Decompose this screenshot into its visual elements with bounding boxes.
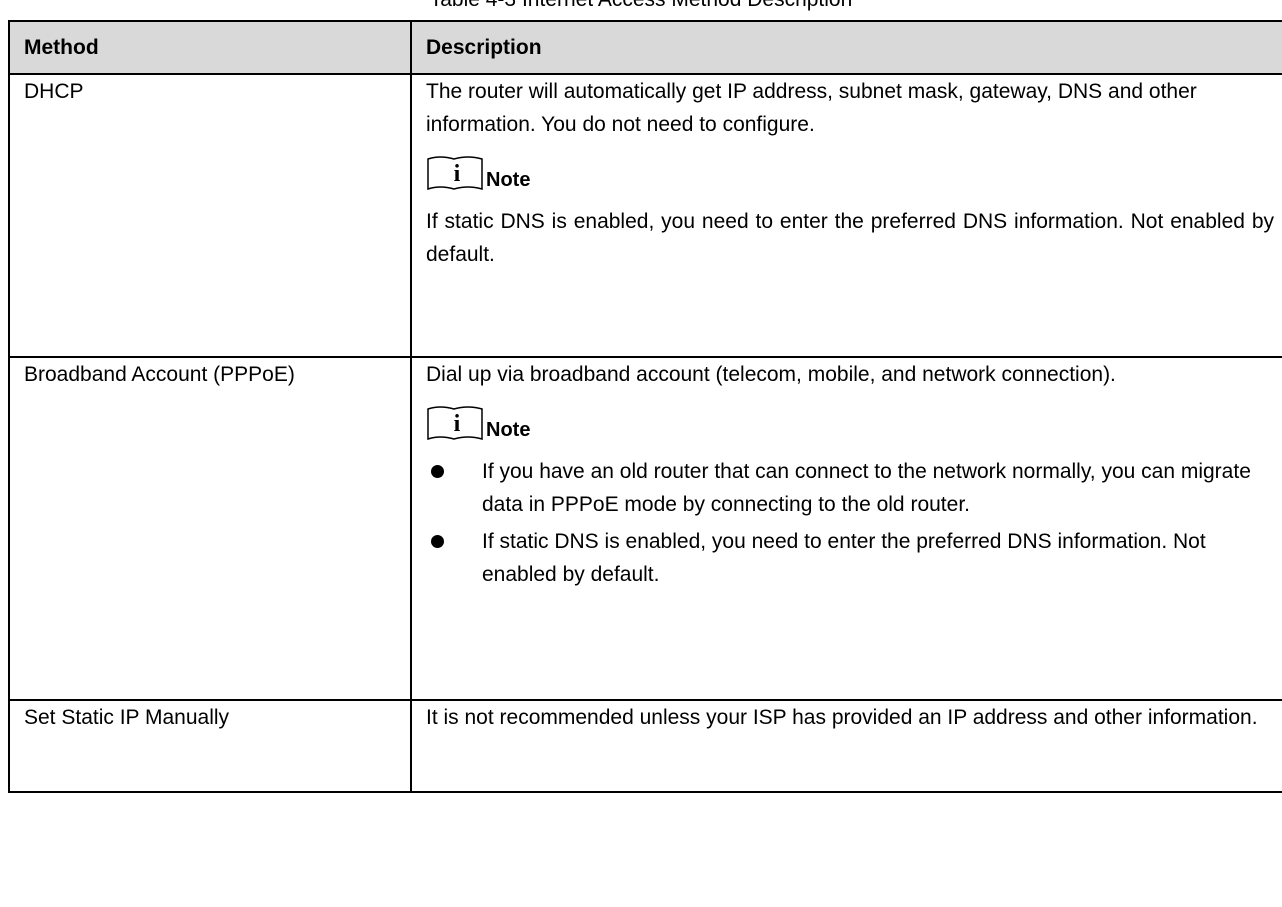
description-text: It is not recommended unless your ISP ha… [426,706,1258,729]
description-cell: It is not recommended unless your ISP ha… [410,699,1282,793]
table-row: Set Static IP Manually It is not recomme… [8,699,1282,793]
bullet-icon [431,535,444,548]
svg-text:i: i [454,161,461,187]
list-item-text: If you have an old router that can conne… [482,460,1251,516]
internet-access-method-table: Method Description DHCP The router will … [8,20,1282,793]
note-heading: i Note [426,155,1274,191]
svg-text:i: i [454,411,461,437]
description-cell: Dial up via broadband account (telecom, … [410,356,1282,701]
description-cell: The router will automatically get IP add… [410,73,1282,358]
list-item-text: If static DNS is enabled, you need to en… [482,530,1206,586]
description-text: The router will automatically get IP add… [426,80,1197,136]
note-icon: i [426,405,484,441]
method-cell: Set Static IP Manually [8,699,412,793]
description-text: Dial up via broadband account (telecom, … [426,363,1116,386]
method-column-header: Method [8,20,412,75]
list-item: If static DNS is enabled, you need to en… [426,525,1274,591]
description-column-header: Description [410,20,1282,75]
method-cell: Broadband Account (PPPoE) [8,356,412,701]
note-label: Note [486,169,531,191]
note-bullet-list: If you have an old router that can conne… [426,455,1274,591]
bullet-icon [431,465,444,478]
table-row: Broadband Account (PPPoE) Dial up via br… [8,356,1282,701]
note-text: If static DNS is enabled, you need to en… [426,210,1274,266]
table-caption: Table 4-3 Internet Access Method Descrip… [0,0,1282,13]
note-label: Note [486,419,531,441]
method-cell: DHCP [8,73,412,358]
table-row: DHCP The router will automatically get I… [8,73,1282,358]
list-item: If you have an old router that can conne… [426,455,1274,521]
note-icon: i [426,155,484,191]
note-heading: i Note [426,405,1274,441]
table-header-row: Method Description [8,20,1282,75]
